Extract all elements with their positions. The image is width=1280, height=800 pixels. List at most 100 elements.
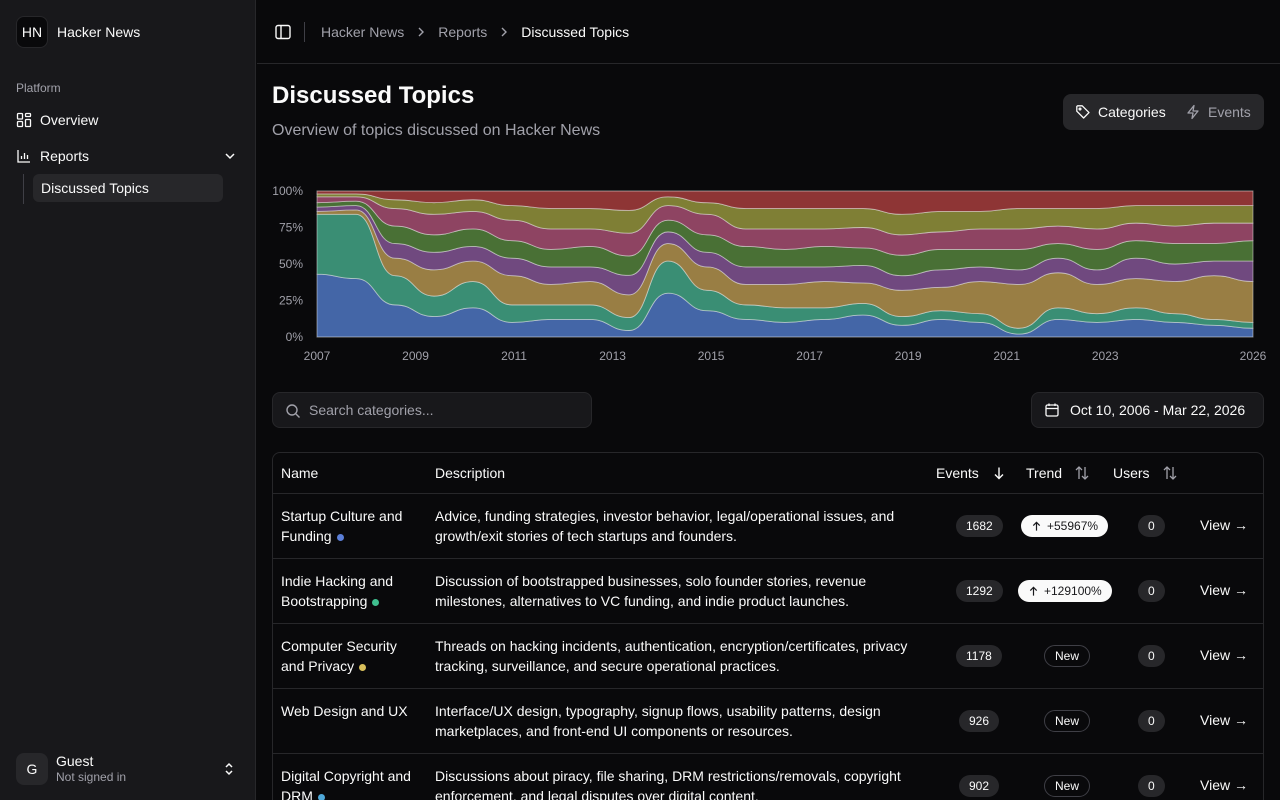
trend-badge: New [1044, 775, 1091, 797]
trend-badge: +55967% [1021, 515, 1109, 537]
app-brand[interactable]: HN Hacker News [16, 16, 140, 48]
view-link[interactable]: View → [1200, 777, 1248, 793]
avatar: G [16, 753, 48, 785]
x-tick-label: 2023 [1092, 349, 1119, 363]
sidebar-item-reports[interactable]: Reports [8, 140, 248, 172]
chevron-down-icon [225, 153, 235, 160]
column-header-users[interactable]: Users [1113, 465, 1178, 481]
sort-icon [1075, 466, 1089, 480]
breadcrumb-item-hacker-news[interactable]: Hacker News [321, 24, 404, 40]
topic-description: Advice, funding strategies, investor beh… [435, 508, 895, 544]
table-header: Name Description Events Trend Users [273, 453, 1263, 494]
x-tick-label: 2026 [1240, 349, 1267, 363]
breadcrumb-item-reports[interactable]: Reports [438, 24, 487, 40]
user-status: Not signed in [56, 770, 127, 784]
y-tick-label: 50% [279, 257, 303, 271]
y-tick-label: 0% [286, 330, 304, 344]
page-subtitle: Overview of topics discussed on Hacker N… [272, 122, 601, 139]
topic-description: Discussions about piracy, file sharing, … [435, 768, 901, 800]
view-link[interactable]: View → [1200, 647, 1248, 663]
column-header-trend[interactable]: Trend [1026, 465, 1090, 481]
column-header-events[interactable]: Events [936, 465, 1007, 481]
top-bar: Hacker News Reports Discussed Topics [257, 0, 1280, 64]
search-icon [286, 404, 300, 418]
sort-icon [1163, 466, 1177, 480]
chevrons-up-down-icon [225, 762, 233, 776]
topic-description: Discussion of bootstrapped businesses, s… [435, 573, 867, 609]
sidebar-toggle-icon[interactable] [273, 22, 293, 42]
events-count: 1292 [956, 580, 1003, 602]
topic-name: Web Design and UX [281, 703, 408, 719]
sidebar-item-overview[interactable]: Overview [8, 104, 248, 136]
layout-grid-icon [16, 112, 32, 128]
users-count: 0 [1138, 645, 1165, 667]
app-logo: HN [16, 16, 48, 48]
topic-color-dot [359, 663, 367, 671]
sidebar-item-label: Reports [40, 148, 90, 164]
x-tick-label: 2015 [698, 349, 725, 363]
x-tick-label: 2009 [402, 349, 429, 363]
chevron-right-icon [501, 27, 508, 37]
trend-badge: New [1044, 710, 1091, 732]
topic-name: Computer Security and Privacy [281, 638, 397, 674]
view-link[interactable]: View → [1200, 582, 1248, 598]
x-tick-label: 2019 [895, 349, 922, 363]
events-count: 1682 [956, 515, 1003, 537]
toggle-events-button[interactable]: Events [1177, 98, 1259, 126]
topic-description: Interface/UX design, typography, signup … [435, 703, 881, 739]
table-row[interactable]: Computer Security and Privacy Threads on… [273, 624, 1263, 689]
toolbar-separator [304, 22, 305, 42]
search-box [272, 392, 592, 428]
table-row[interactable]: Indie Hacking and Bootstrapping Discussi… [273, 559, 1263, 624]
table-row[interactable]: Web Design and UX Interface/UX design, t… [273, 689, 1263, 754]
user-menu[interactable]: G Guest Not signed in [16, 751, 244, 787]
x-tick-label: 2007 [304, 349, 331, 363]
events-count: 902 [959, 775, 1000, 797]
table-row[interactable]: Digital Copyright and DRM Discussions ab… [273, 754, 1263, 800]
sub-nav-line [23, 174, 24, 204]
breadcrumb: Hacker News Reports Discussed Topics [321, 22, 629, 42]
users-count: 0 [1138, 580, 1165, 602]
events-count: 1178 [956, 645, 1002, 667]
x-tick-label: 2021 [993, 349, 1020, 363]
users-count: 0 [1138, 515, 1165, 537]
arrow-up-icon [1032, 521, 1041, 531]
date-range-label: Oct 10, 2006 - Mar 22, 2026 [1070, 402, 1246, 418]
x-tick-label: 2011 [501, 349, 527, 363]
trend-badge: New [1044, 645, 1091, 667]
column-header-description: Description [435, 465, 506, 481]
view-link[interactable]: View → [1200, 712, 1248, 728]
page-title: Discussed Topics [272, 82, 475, 109]
users-count: 0 [1138, 710, 1165, 732]
topic-description: Threads on hacking incidents, authentica… [435, 638, 908, 674]
x-tick-label: 2017 [796, 349, 823, 363]
topic-name: Indie Hacking and Bootstrapping [281, 573, 394, 609]
toggle-categories-button[interactable]: Categories [1067, 98, 1174, 126]
topic-color-dot [317, 793, 325, 800]
sidebar-item-discussed-topics[interactable]: Discussed Topics [33, 174, 223, 202]
column-header-name: Name [281, 465, 319, 481]
sidebar-item-label: Overview [40, 112, 99, 128]
toggle-label: Categories [1098, 104, 1166, 120]
chevron-right-icon [418, 27, 425, 37]
user-name: Guest [56, 753, 94, 769]
sidebar-group-label: Platform [16, 81, 61, 95]
table-row[interactable]: Startup Culture and Funding Advice, fund… [273, 494, 1263, 559]
calendar-icon [1045, 403, 1059, 417]
view-link[interactable]: View → [1200, 517, 1248, 533]
sidebar: HN Hacker News Platform Overview Reports… [0, 0, 256, 800]
trend-badge: +129100% [1018, 580, 1112, 602]
app-name: Hacker News [57, 24, 141, 40]
arrow-up-icon [1029, 586, 1038, 596]
tag-icon [1076, 105, 1090, 119]
topic-color-dot [336, 533, 344, 541]
arrow-down-icon [994, 467, 1004, 480]
search-input[interactable] [309, 393, 585, 427]
events-count: 926 [959, 710, 1000, 732]
bar-chart-icon [17, 150, 30, 163]
lightning-icon [1187, 104, 1199, 120]
date-range-picker[interactable]: Oct 10, 2006 - Mar 22, 2026 [1031, 392, 1264, 428]
y-tick-label: 100% [272, 184, 303, 198]
users-count: 0 [1138, 775, 1165, 797]
x-tick-label: 2013 [599, 349, 626, 363]
